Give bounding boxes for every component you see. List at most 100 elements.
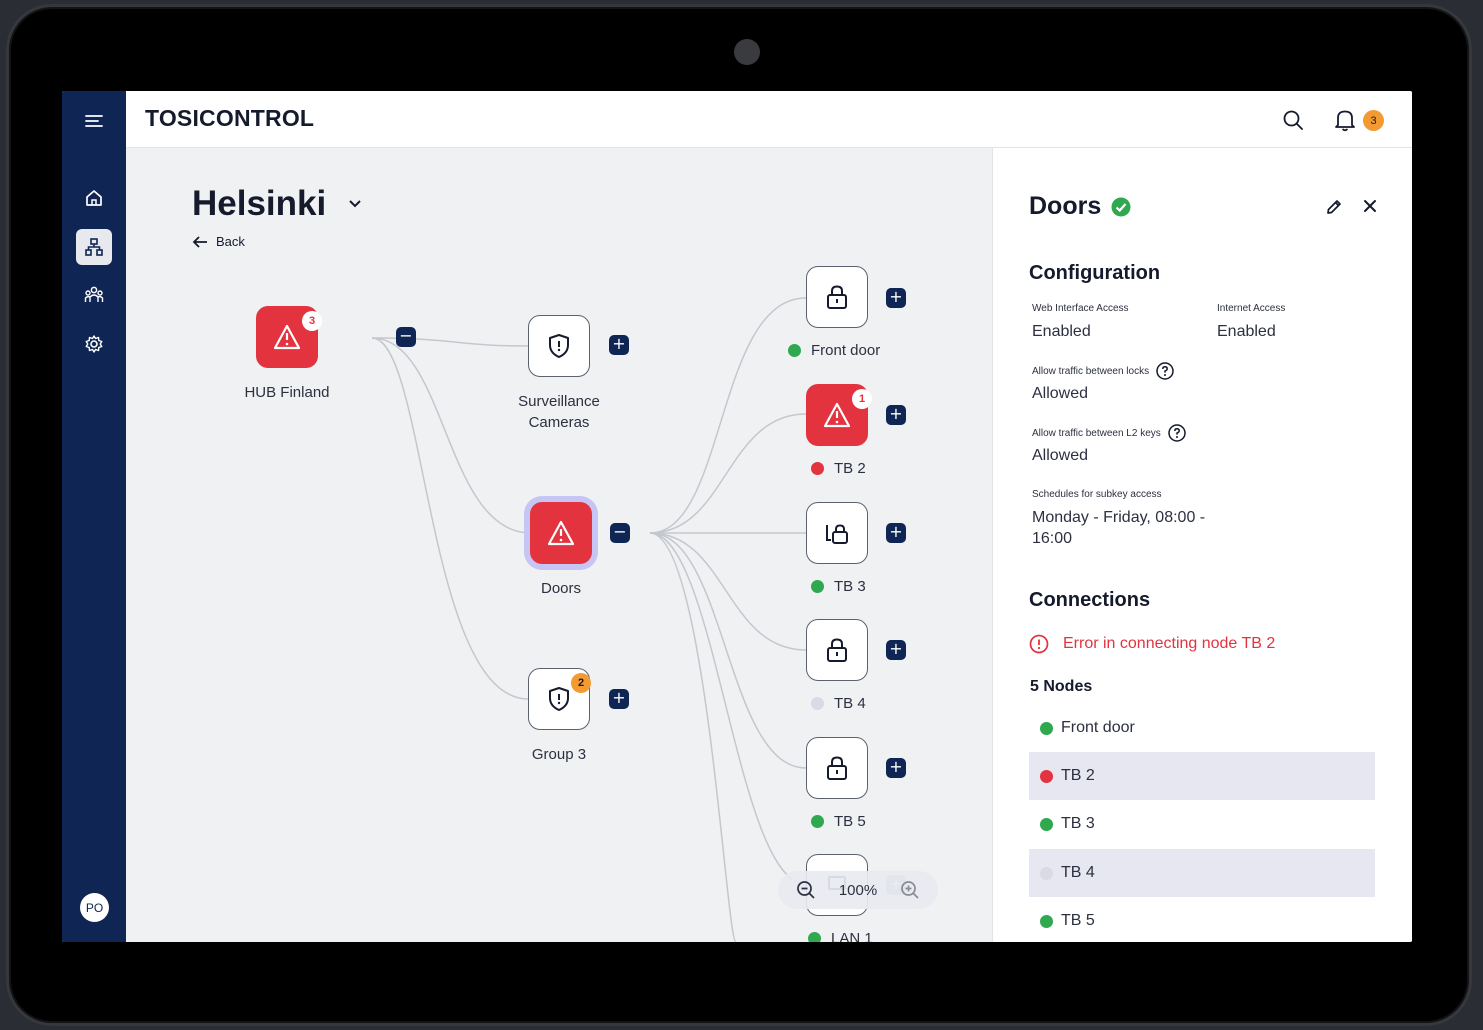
status-dot [811, 697, 824, 710]
field-value: Allowed [1032, 447, 1089, 464]
node-tb3[interactable] [806, 502, 868, 564]
home-icon[interactable] [76, 180, 112, 216]
node-label: TB 5 [834, 813, 866, 830]
node-label: Front door [811, 342, 881, 359]
warning-icon [273, 324, 301, 350]
back-link[interactable]: Back [192, 234, 245, 249]
field-label-text: Allow traffic between L2 keys [1032, 427, 1161, 439]
expand-button[interactable]: + [886, 288, 906, 308]
expand-button[interactable]: + [609, 335, 629, 355]
lock-icon [827, 638, 847, 662]
expand-button[interactable]: + [886, 640, 906, 660]
network-canvas[interactable]: Helsinki Back 3 − HUB Finland + Surveill… [126, 148, 992, 942]
alert-badge: 3 [302, 311, 322, 331]
warning-icon [823, 402, 851, 428]
users-icon[interactable] [76, 277, 112, 313]
field-label: Schedules for subkey access [1032, 489, 1162, 500]
status-dot [811, 462, 824, 475]
collapse-button[interactable]: − [610, 523, 630, 543]
top-bar: TOSICONTROL 3 [126, 91, 1412, 148]
list-item-label: TB 5 [1061, 912, 1095, 929]
arrow-left-icon [192, 235, 207, 248]
lock-icon [827, 756, 847, 780]
app-screen: PO TOSICONTROL 3 Helsinki Back 3 − HUB F… [62, 91, 1412, 942]
zoom-in-icon[interactable] [900, 880, 920, 900]
node-label: LAN 1 [831, 930, 873, 942]
status-dot [1040, 721, 1053, 735]
detail-panel: Doors Configuration Web Interface Access… [992, 148, 1412, 942]
location-title[interactable]: Helsinki [192, 184, 326, 224]
check-circle-icon [1111, 197, 1131, 216]
node-status-label: TB 4 [811, 695, 866, 712]
shield-icon [549, 334, 569, 358]
help-icon[interactable] [1156, 362, 1174, 380]
node-tb4[interactable] [806, 619, 868, 681]
connection-error: Error in connecting node TB 2 [1029, 634, 1275, 654]
help-icon[interactable] [1168, 424, 1186, 442]
expand-button[interactable]: + [609, 689, 629, 709]
close-icon[interactable] [1362, 198, 1378, 219]
label-line: Surveillance [518, 393, 600, 410]
node-label: Group 3 [531, 746, 587, 763]
list-item-label: TB 4 [1061, 864, 1095, 881]
schedule-line: Monday - Friday, 08:00 - [1032, 509, 1206, 526]
search-icon[interactable] [1282, 109, 1304, 135]
collapse-button[interactable]: − [396, 327, 416, 347]
node-hub-finland[interactable]: 3 [256, 306, 322, 368]
node-tb5[interactable] [806, 737, 868, 799]
status-dot [1040, 866, 1053, 880]
status-dot [811, 580, 824, 593]
list-item[interactable]: Front door [1029, 704, 1375, 752]
field-label-text: Allow traffic between locks [1032, 365, 1150, 377]
gear-icon[interactable] [76, 326, 112, 362]
chevron-down-icon[interactable] [348, 194, 362, 213]
edit-icon[interactable] [1325, 198, 1343, 221]
status-dot [1040, 914, 1053, 928]
node-front-door[interactable] [806, 266, 868, 328]
field-value: Allowed [1032, 385, 1089, 402]
list-item-label: Front door [1061, 719, 1135, 736]
zoom-out-icon[interactable] [796, 880, 816, 900]
list-item[interactable]: TB 2 [1029, 752, 1375, 800]
notification-badge: 3 [1363, 110, 1384, 131]
connections-heading: Connections [1029, 589, 1151, 611]
zoom-level: 100% [838, 881, 878, 899]
panel-title: Doors [1029, 192, 1131, 221]
node-status-label: Front door [788, 342, 880, 359]
panel-title-text: Doors [1029, 192, 1102, 220]
node-tb2[interactable]: 1 [806, 384, 872, 446]
lock-network-icon [826, 524, 848, 544]
expand-button[interactable]: + [886, 523, 906, 543]
list-item[interactable]: TB 3 [1029, 800, 1375, 848]
node-surveillance-cameras[interactable] [528, 315, 590, 377]
field-label: Allow traffic between locks [1032, 362, 1174, 380]
field-label: Web Interface Access [1032, 303, 1129, 314]
bell-icon[interactable] [1334, 108, 1356, 136]
expand-button[interactable]: + [886, 405, 906, 425]
field-value: Enabled [1032, 323, 1091, 340]
node-label: TB 3 [834, 578, 866, 595]
node-doors[interactable] [530, 502, 592, 564]
node-label: Surveillance Cameras [489, 391, 629, 433]
avatar[interactable]: PO [80, 893, 109, 922]
status-dot [1040, 817, 1053, 831]
list-item[interactable]: TB 5 [1029, 897, 1375, 942]
back-label: Back [216, 234, 245, 249]
brand-logo: TOSICONTROL [145, 105, 315, 131]
status-dot [788, 344, 801, 357]
sidebar: PO [62, 91, 126, 942]
node-label: Doors [540, 580, 581, 597]
status-dot [811, 815, 824, 828]
list-item[interactable]: TB 4 [1029, 849, 1375, 897]
nodes-count: 5 Nodes [1030, 678, 1093, 695]
node-label: HUB Finland [244, 384, 330, 401]
node-label: TB 2 [834, 460, 866, 477]
shield-icon [549, 687, 569, 711]
node-status-label: TB 3 [811, 578, 866, 595]
menu-icon[interactable] [76, 103, 112, 139]
node-status-label: LAN 1 [808, 930, 873, 942]
expand-button[interactable]: + [886, 758, 906, 778]
hierarchy-icon[interactable] [76, 229, 112, 265]
node-group-3[interactable]: 2 [528, 668, 591, 730]
lock-icon [827, 285, 847, 309]
